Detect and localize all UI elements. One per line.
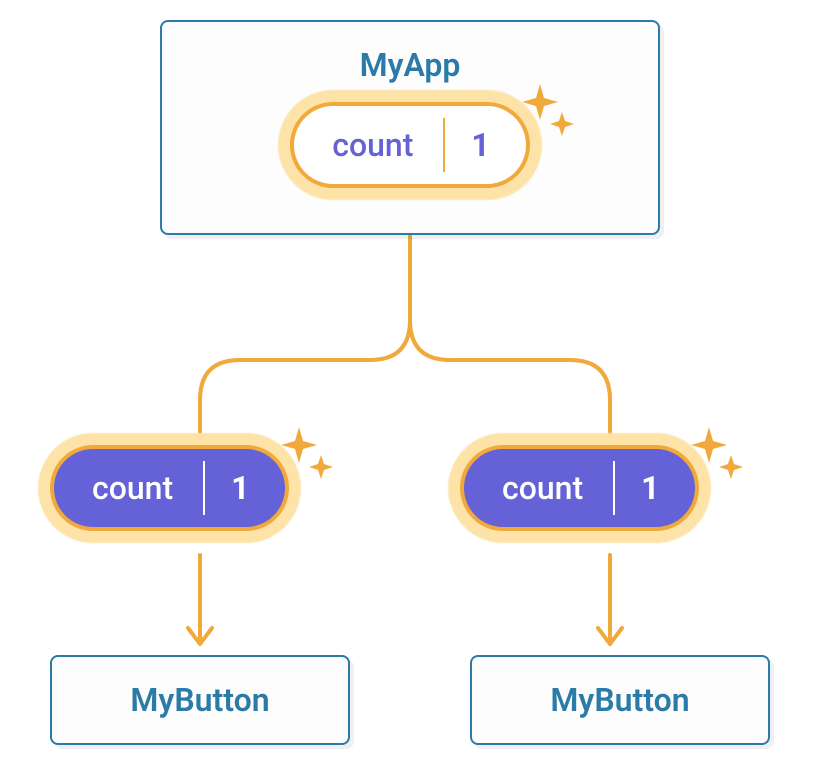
prop-value: 1	[615, 449, 695, 527]
parent-component-box: MyApp count 1	[160, 20, 660, 235]
child-title: MyButton	[130, 681, 269, 719]
parent-title: MyApp	[360, 46, 461, 84]
state-label: count	[294, 106, 443, 184]
sparkle-icon	[279, 425, 335, 485]
diagram-canvas: MyApp count 1 count 1	[0, 0, 820, 770]
prop-value: 1	[205, 449, 285, 527]
sparkle-icon	[520, 82, 576, 142]
child-component-box-right: MyButton	[470, 655, 770, 745]
sparkle-icon	[689, 425, 745, 485]
parent-state-pill: count 1	[290, 102, 529, 188]
prop-label: count	[54, 449, 203, 527]
prop-pill-left: count 1	[50, 445, 289, 531]
state-value: 1	[445, 106, 525, 184]
prop-pill-dark: count 1	[50, 445, 289, 531]
child-component-box-left: MyButton	[50, 655, 350, 745]
prop-pill-dark: count 1	[460, 445, 699, 531]
prop-pill-right: count 1	[460, 445, 699, 531]
child-title: MyButton	[550, 681, 689, 719]
prop-label: count	[464, 449, 613, 527]
state-pill-light: count 1	[290, 102, 529, 188]
